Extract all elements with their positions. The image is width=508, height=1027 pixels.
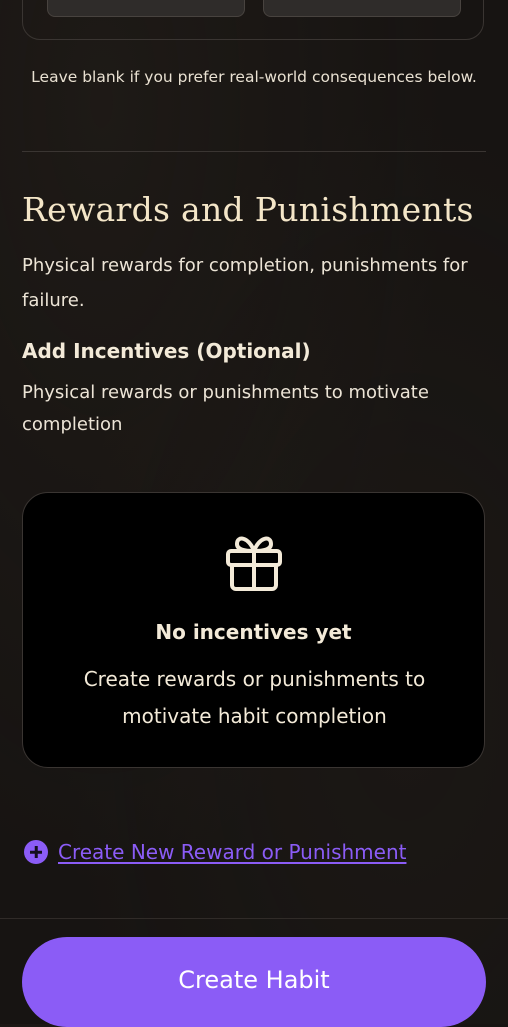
create-habit-button[interactable]: Create Habit <box>22 937 486 1027</box>
duration-card <box>22 0 484 40</box>
create-incentive-label: Create New Reward or Punishment <box>58 840 407 864</box>
plus-circle-icon <box>24 840 48 864</box>
section-description: Physical rewards for completion, punishm… <box>22 255 468 311</box>
footer-divider <box>0 918 508 919</box>
incentives-heading: Add Incentives (Optional) <box>22 339 311 363</box>
duration-input-right[interactable] <box>263 0 461 17</box>
create-habit-label: Create Habit <box>178 966 330 994</box>
incentives-empty-state: No incentives yet Create rewards or puni… <box>22 492 485 768</box>
gift-icon <box>226 536 282 591</box>
empty-state-title: No incentives yet <box>155 620 352 644</box>
empty-state-description: Create rewards or punishments to motivat… <box>83 667 426 728</box>
section-title: Rewards and Punishments <box>22 190 474 229</box>
duration-input-left[interactable] <box>47 0 245 17</box>
section-divider <box>22 151 486 152</box>
incentives-description: Physical rewards or punishments to motiv… <box>22 382 429 435</box>
create-incentive-link[interactable]: Create New Reward or Punishment <box>24 840 406 864</box>
helper-text: Leave blank if you prefer real-world con… <box>31 68 477 86</box>
